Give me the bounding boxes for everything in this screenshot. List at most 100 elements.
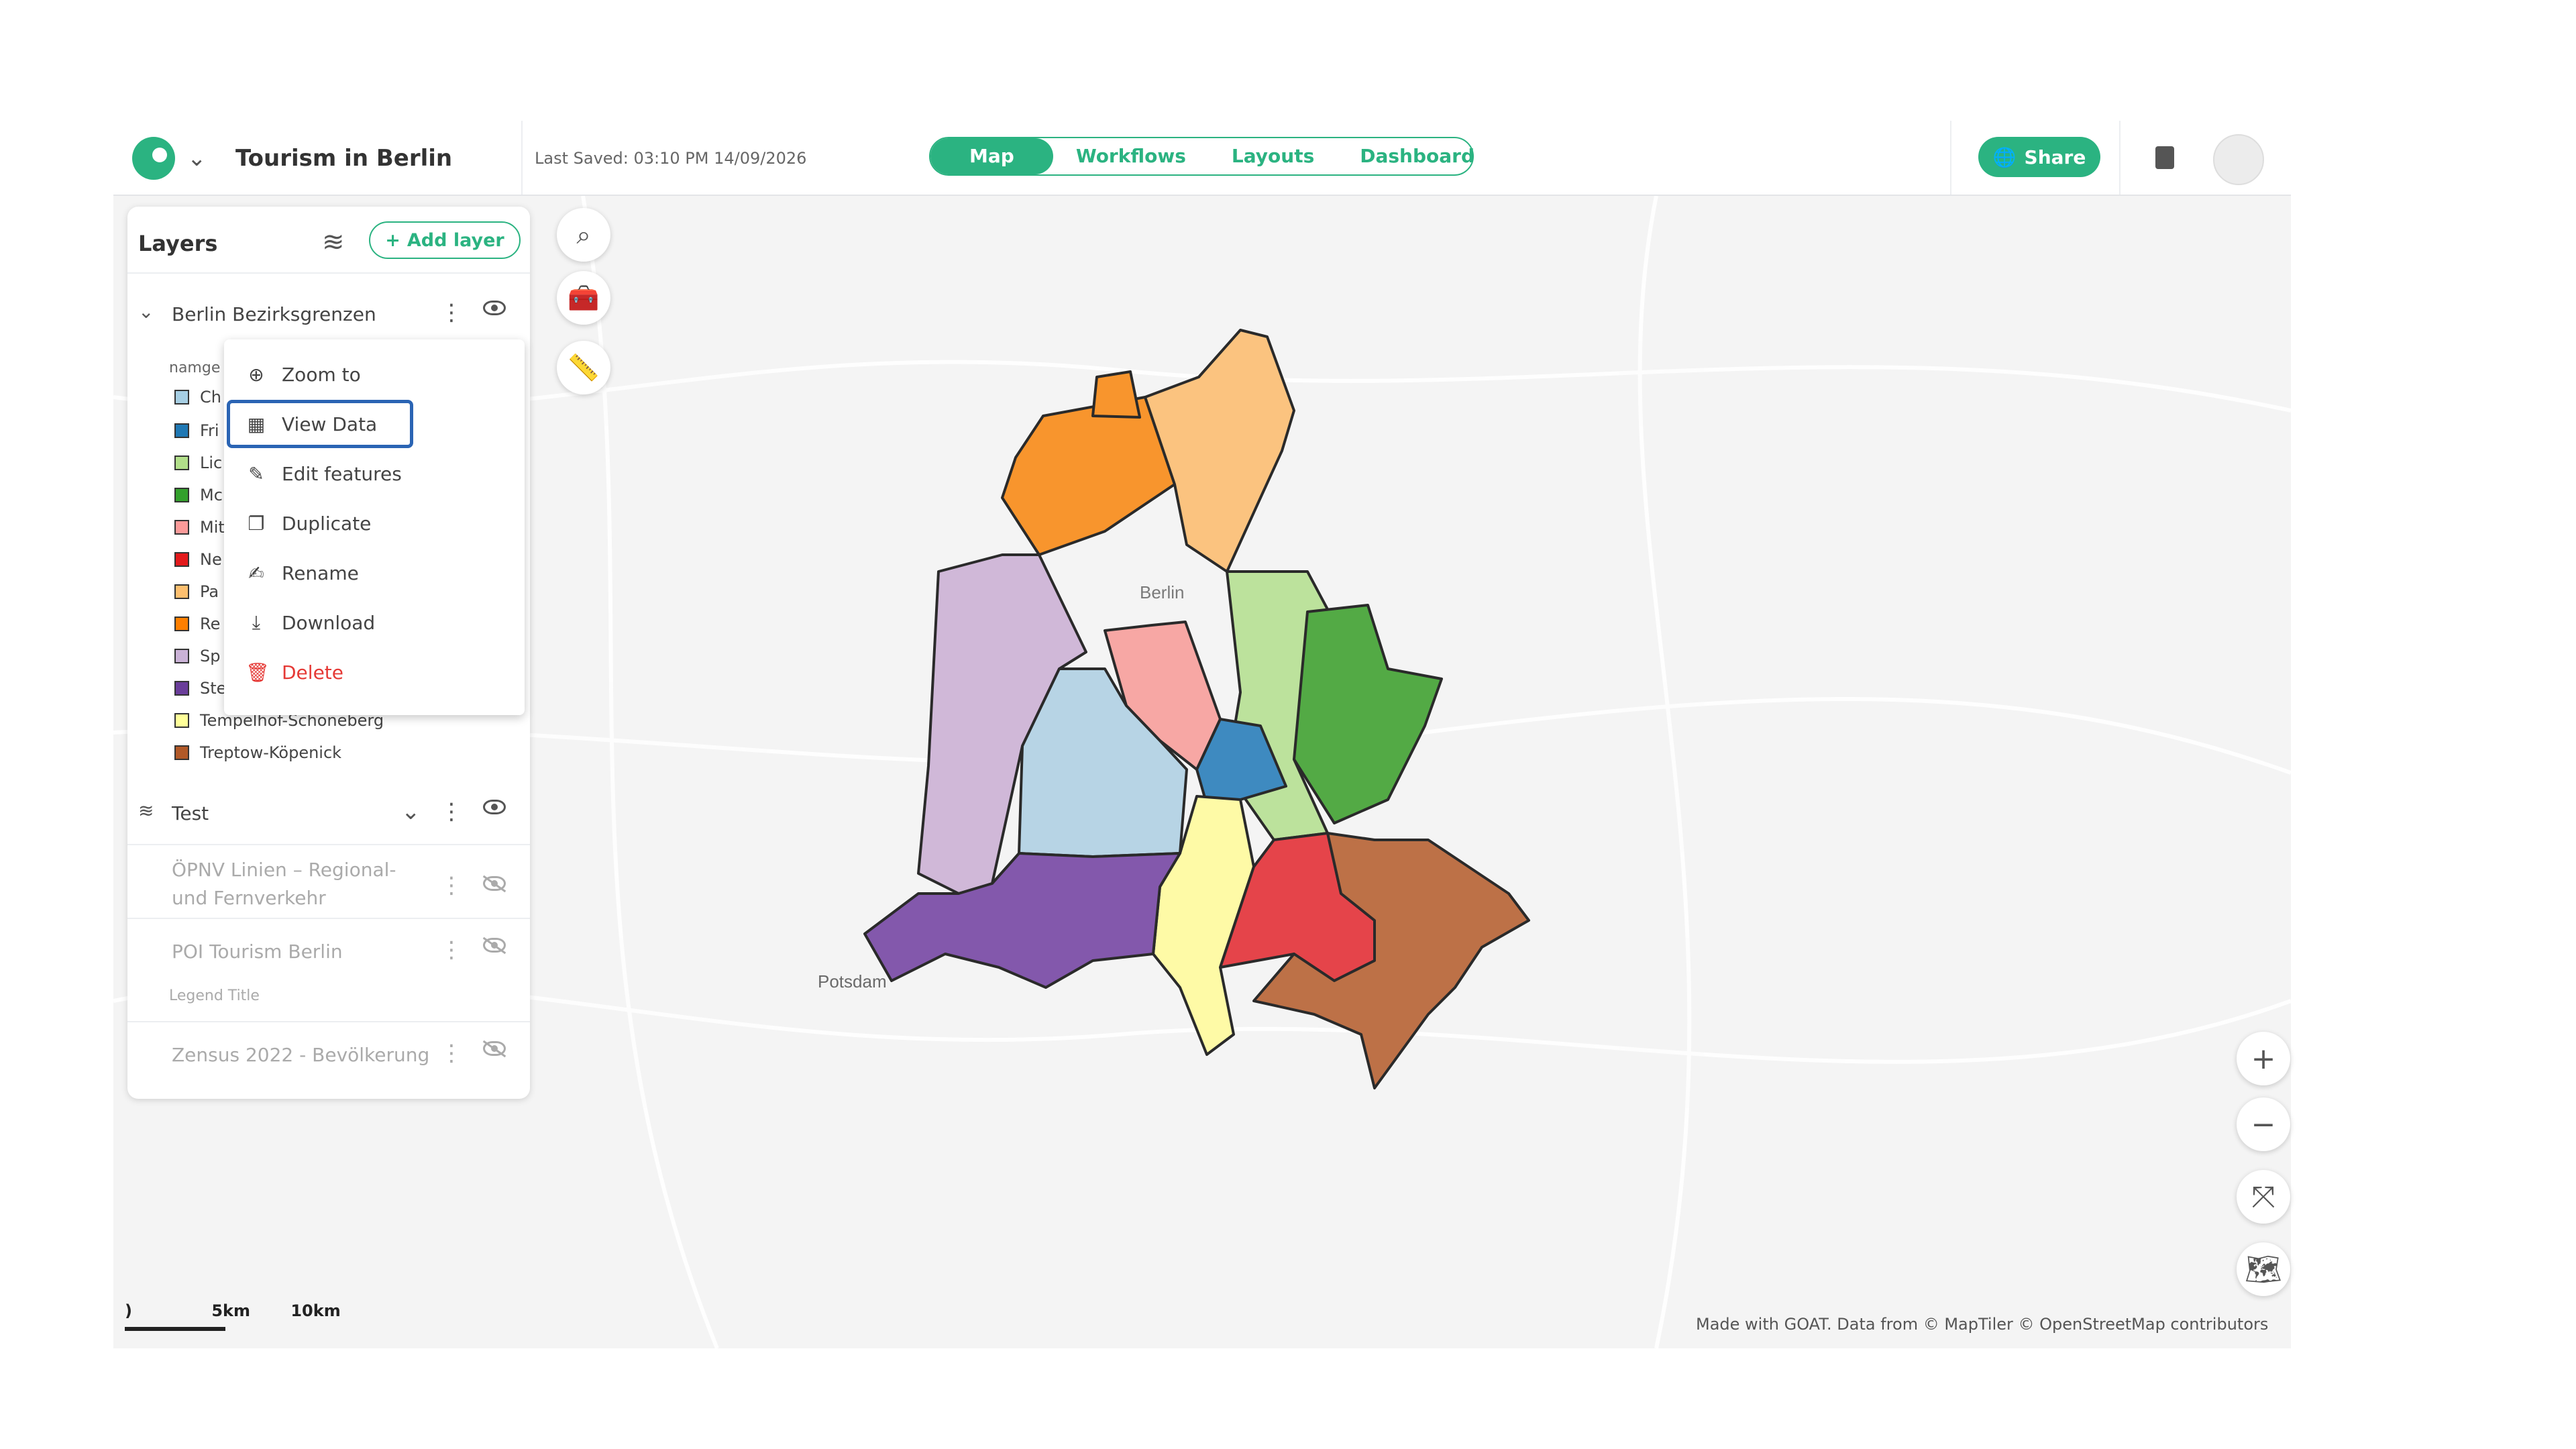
layer-name: ÖPNV Linien – Regional- und Fernverkehr [172,859,396,909]
legend-item: Treptow-Köpenick [174,739,341,766]
menu-item-rename[interactable]: ✍ Rename [224,551,525,594]
group-name: Test [172,802,209,824]
goat-logo-icon [132,137,175,180]
map-attribution[interactable]: Made with GOAT. Data from © MapTiler © O… [1696,1315,2268,1334]
divider [127,844,530,845]
more-options-icon[interactable]: ⋮ [440,798,463,825]
share-label: Share [2024,146,2086,168]
zoom-out-button[interactable]: − [2237,1097,2290,1151]
chevron-down-icon[interactable]: ⌄ [138,301,154,323]
menu-item-download[interactable]: ⤓ Download [224,601,525,644]
plus-icon: + [385,229,400,251]
legend-item: Mit [174,514,225,541]
legend-item: Pa [174,578,219,605]
legend-item: Ne [174,546,222,573]
legend-item: Sp [174,643,220,669]
trash-icon: 🗑 [246,661,270,684]
header-divider [2119,121,2121,195]
legend-title-text: Legend Title [169,987,260,1004]
layer-row-bezirksgrenzen[interactable]: ⌄ Berlin Bezirksgrenzen ⋮ [127,287,530,341]
zoom-in-icon: ⊕ [248,363,264,386]
user-avatar[interactable] [2213,134,2264,185]
chevron-down-icon[interactable]: ⌄ [401,798,421,825]
add-layer-label: Add layer [407,229,504,251]
map-label-potsdam: Potsdam [818,971,887,991]
layer-group-test[interactable]: ≋ Test ⌄ ⋮ [127,786,530,840]
download-icon: ⤓ [252,611,261,633]
layer-row-poi-tourism[interactable]: POI Tourism Berlin ⋮ [127,924,530,978]
menu-item-edit-features[interactable]: ✎ Edit features [224,452,525,495]
layer-row-oepnv[interactable]: ÖPNV Linien – Regional- und Fernverkehr … [127,851,530,911]
share-button[interactable]: 🌐 Share [1978,137,2100,177]
measure-button[interactable]: 📏 [557,341,610,394]
tab-dashboard[interactable]: Dashboard [1337,138,1497,174]
minus-icon: − [2251,1107,2276,1142]
layers-group-icon: ≋ [138,800,154,822]
layer-context-menu: ⊕ Zoom to ▦ View Data ✎ Edit features ❐ Dupl… [224,339,525,715]
more-options-icon[interactable]: ⋮ [440,299,463,326]
map-icon: 🗺 [2245,1252,2282,1287]
pencil-icon: ✎ [248,462,264,485]
layer-name: POI Tourism Berlin [172,941,343,963]
search-button[interactable]: ⌕ [557,208,610,262]
legend-item: Ste [174,675,226,702]
view-tabs: Map Workflows Layouts Dashboard [929,137,1474,176]
legend-item: Ch [174,384,221,411]
fullscreen-icon: ⤧ [2251,1179,2275,1214]
scale-bar [125,1327,225,1331]
menu-item-duplicate[interactable]: ❐ Duplicate [224,502,525,545]
tab-workflows[interactable]: Workflows [1053,138,1209,174]
last-saved-text: Last Saved: 03:10 PM 14/09/2026 [535,149,807,168]
zoom-in-button[interactable]: + [2237,1032,2290,1085]
visibility-eye-icon[interactable] [483,800,506,814]
edit-icon: ✍ [248,561,264,584]
add-layer-button[interactable]: + Add layer [369,221,521,259]
toolbox-icon: 🧰 [568,282,600,313]
visibility-off-icon[interactable] [483,938,506,953]
divider [127,1021,530,1022]
basemap-button[interactable]: 🗺 [2237,1242,2290,1296]
visibility-off-icon[interactable] [483,1041,506,1056]
plus-icon: + [2251,1041,2276,1076]
divider [127,272,530,274]
visibility-eye-icon[interactable] [483,301,506,315]
more-options-icon[interactable]: ⋮ [440,1040,463,1067]
header-divider [521,121,523,195]
search-icon: ⌕ [576,219,591,250]
more-options-icon[interactable]: ⋮ [440,936,463,963]
divider [127,918,530,919]
copy-icon: ❐ [248,512,265,535]
district-marzahn [1293,604,1443,824]
tab-map[interactable]: Map [930,138,1053,174]
highlight-box [227,400,413,448]
layer-row-zensus[interactable]: Zensus 2022 - Bevölkerung ⋮ [127,1028,530,1081]
layers-title: Layers [138,231,218,256]
more-options-icon[interactable]: ⋮ [440,872,463,899]
visibility-off-icon[interactable] [483,876,506,891]
layers-stack-icon[interactable]: ≋ [322,227,345,258]
tab-layouts[interactable]: Layouts [1209,138,1337,174]
toolbox-button[interactable]: 🧰 [557,271,610,325]
map-label-berlin: Berlin [1140,582,1184,602]
district-steglitz [863,852,1181,989]
logo-menu[interactable]: ⌄ [132,137,207,180]
menu-item-delete[interactable]: 🗑 Delete [224,651,525,694]
legend-heading: namge [169,360,221,376]
legend-item: Lic [174,449,222,476]
district-pankow [1144,329,1295,573]
legend-item: Re [174,610,220,637]
legend-item: Fri [174,417,219,444]
layer-name: Zensus 2022 - Bevölkerung [172,1044,430,1066]
header-divider [1950,121,1951,195]
app-header: ⌄ Tourism in Berlin Last Saved: 03:10 PM… [113,121,2291,196]
ruler-icon: 📏 [568,352,600,382]
menu-item-zoom-to[interactable]: ⊕ Zoom to [224,353,525,396]
chevron-down-icon: ⌄ [187,145,207,172]
legend-item: Mc [174,482,223,508]
scale-bar-labels: ) 5km 10km [125,1301,341,1320]
district-reinickendorf [1001,396,1176,556]
docs-book-icon[interactable] [2155,146,2174,169]
project-title[interactable]: Tourism in Berlin [235,145,452,172]
fullscreen-button[interactable]: ⤧ [2237,1170,2290,1224]
layer-name: Berlin Bezirksgrenzen [172,303,376,325]
